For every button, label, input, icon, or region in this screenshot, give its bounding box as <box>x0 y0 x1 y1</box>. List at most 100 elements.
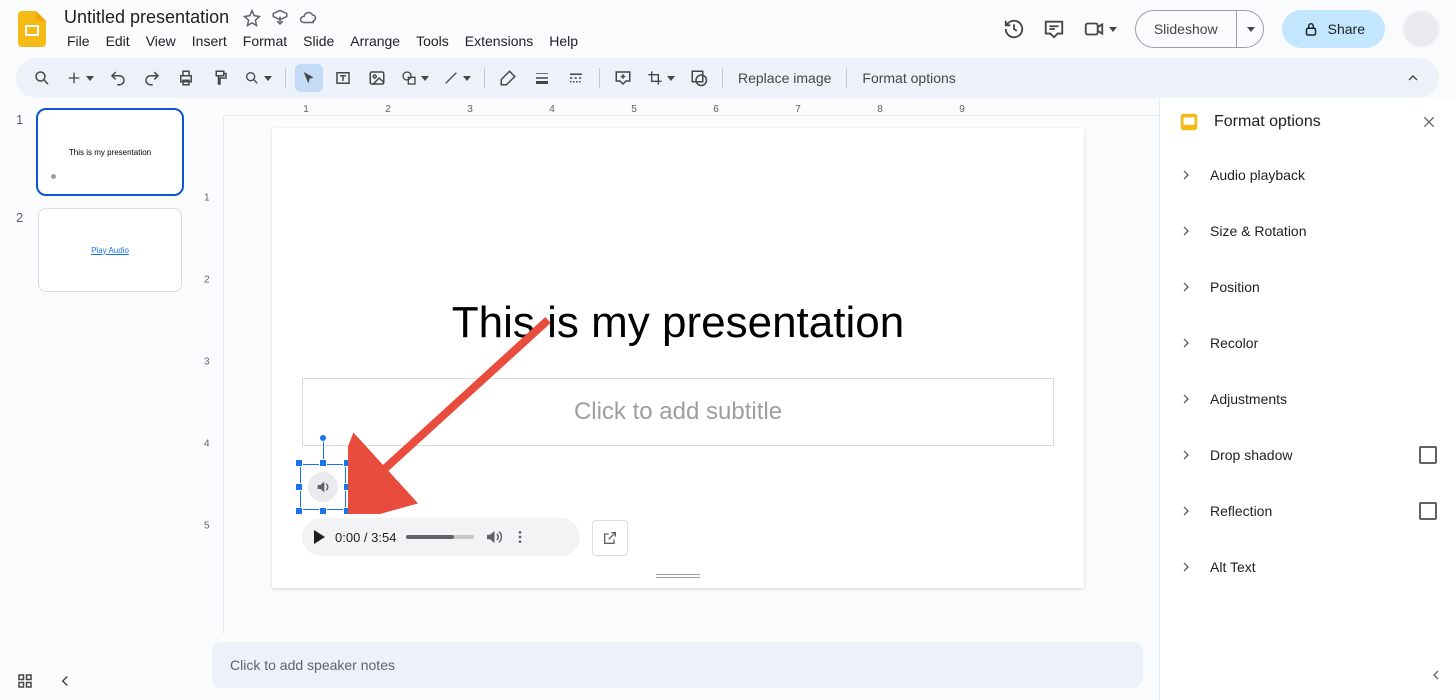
menubar: File Edit View Insert Format Slide Arran… <box>60 29 585 53</box>
menu-slide[interactable]: Slide <box>296 29 341 53</box>
paint-format-icon[interactable] <box>206 64 234 92</box>
border-dash-icon[interactable] <box>562 64 590 92</box>
move-icon[interactable] <box>271 9 289 27</box>
collapse-sidepanel-icon[interactable] <box>1421 660 1451 690</box>
comment-add-icon[interactable] <box>609 64 637 92</box>
sidebar-item-label: Drop shadow <box>1210 447 1293 463</box>
slide-thumb-2[interactable]: Play Audio <box>38 208 182 292</box>
sidebar-item-size-rotation[interactable]: Size & Rotation <box>1160 202 1455 258</box>
sidebar-item-adjustments[interactable]: Adjustments <box>1160 370 1455 426</box>
checkbox[interactable] <box>1419 446 1437 464</box>
slideshow-group: Slideshow <box>1135 10 1264 48</box>
slide-title[interactable]: This is my presentation <box>376 298 980 348</box>
menu-extensions[interactable]: Extensions <box>458 29 540 53</box>
line-icon[interactable] <box>439 64 475 92</box>
sidebar-item-position[interactable]: Position <box>1160 258 1455 314</box>
mask-icon[interactable] <box>685 64 713 92</box>
crop-icon[interactable] <box>643 64 679 92</box>
thumb-link: Play Audio <box>91 246 129 255</box>
toolbar: Replace image Format options <box>16 58 1439 98</box>
menu-arrange[interactable]: Arrange <box>343 29 407 53</box>
vertical-ruler: 1 2 3 4 5 <box>196 116 224 634</box>
doc-title[interactable]: Untitled presentation <box>60 5 233 30</box>
resize-handle[interactable] <box>295 507 303 515</box>
border-weight-icon[interactable] <box>528 64 556 92</box>
meet-button[interactable] <box>1083 18 1117 40</box>
shape-icon[interactable] <box>397 64 433 92</box>
slide-canvas[interactable]: This is my presentation Click to add sub… <box>272 128 1084 588</box>
audio-object[interactable] <box>300 464 346 510</box>
slide-thumb-1[interactable]: This is my presentation <box>38 110 182 194</box>
resize-handle[interactable] <box>343 483 351 491</box>
grid-view-icon[interactable] <box>16 672 34 690</box>
resize-handle[interactable] <box>319 507 327 515</box>
slideshow-button[interactable]: Slideshow <box>1136 11 1237 47</box>
thumb-number: 2 <box>16 208 28 292</box>
titlebar: Untitled presentation File Edit View Ins… <box>0 0 1455 58</box>
menu-view[interactable]: View <box>139 29 183 53</box>
play-button[interactable] <box>314 530 325 544</box>
thumb-audio-icon <box>51 174 56 179</box>
slideshow-caret[interactable] <box>1237 11 1263 47</box>
textbox-icon[interactable] <box>329 64 357 92</box>
chevron-right-icon <box>1178 335 1194 351</box>
sidebar-item-label: Recolor <box>1210 335 1258 351</box>
resize-handle[interactable] <box>343 459 351 467</box>
collapse-filmstrip-icon[interactable] <box>56 672 74 690</box>
redo-icon[interactable] <box>138 64 166 92</box>
star-icon[interactable] <box>243 9 261 27</box>
sidebar-title: Format options <box>1214 113 1321 131</box>
volume-slider[interactable] <box>406 535 474 539</box>
sidebar-item-label: Size & Rotation <box>1210 223 1307 239</box>
volume-icon[interactable] <box>484 528 502 546</box>
share-button[interactable]: Share <box>1282 10 1385 48</box>
sidebar-item-reflection[interactable]: Reflection <box>1160 482 1455 538</box>
border-color-icon[interactable] <box>494 64 522 92</box>
speaker-notes[interactable]: Click to add speaker notes <box>212 642 1143 688</box>
thumb-number: 1 <box>16 110 28 194</box>
resize-handle[interactable] <box>295 483 303 491</box>
close-icon[interactable] <box>1421 114 1437 130</box>
menu-file[interactable]: File <box>60 29 97 53</box>
canvas[interactable]: 1 2 3 4 5 6 7 8 9 1 2 3 4 5 <box>196 98 1159 634</box>
menu-edit[interactable]: Edit <box>99 29 137 53</box>
speaker-icon <box>308 472 338 502</box>
search-icon[interactable] <box>28 64 56 92</box>
menu-insert[interactable]: Insert <box>185 29 234 53</box>
resize-handle[interactable] <box>295 459 303 467</box>
chevron-right-icon <box>1178 279 1194 295</box>
slide-subtitle-placeholder[interactable]: Click to add subtitle <box>302 378 1054 446</box>
horizontal-ruler: 1 2 3 4 5 6 7 8 9 <box>224 98 1159 116</box>
cloud-icon[interactable] <box>299 9 317 27</box>
chevron-right-icon <box>1178 447 1194 463</box>
zoom-button[interactable] <box>240 64 276 92</box>
menu-format[interactable]: Format <box>236 29 294 53</box>
format-options-button[interactable]: Format options <box>856 70 961 86</box>
new-slide-button[interactable] <box>62 64 98 92</box>
replace-image-button[interactable]: Replace image <box>732 70 837 86</box>
menu-help[interactable]: Help <box>542 29 585 53</box>
history-icon[interactable] <box>1003 18 1025 40</box>
open-external-icon[interactable] <box>592 520 628 556</box>
image-icon[interactable] <box>363 64 391 92</box>
notes-resize-handle[interactable] <box>656 574 700 578</box>
avatar[interactable] <box>1403 11 1439 47</box>
sidebar-item-label: Alt Text <box>1210 559 1256 575</box>
sidebar-item-drop-shadow[interactable]: Drop shadow <box>1160 426 1455 482</box>
slides-brand-icon[interactable] <box>12 9 52 49</box>
resize-handle[interactable] <box>343 507 351 515</box>
menu-tools[interactable]: Tools <box>409 29 456 53</box>
sidebar-item-alt-text[interactable]: Alt Text <box>1160 538 1455 594</box>
comments-icon[interactable] <box>1043 18 1065 40</box>
select-tool-icon[interactable] <box>295 64 323 92</box>
checkbox[interactable] <box>1419 502 1437 520</box>
sidebar-item-audio-playback[interactable]: Audio playback <box>1160 146 1455 202</box>
collapse-toolbar-icon[interactable] <box>1399 64 1427 92</box>
print-icon[interactable] <box>172 64 200 92</box>
undo-icon[interactable] <box>104 64 132 92</box>
more-icon[interactable] <box>512 529 528 545</box>
sidebar-item-recolor[interactable]: Recolor <box>1160 314 1455 370</box>
resize-handle[interactable] <box>319 459 327 467</box>
share-label: Share <box>1328 21 1365 37</box>
rotation-handle[interactable] <box>319 434 327 442</box>
